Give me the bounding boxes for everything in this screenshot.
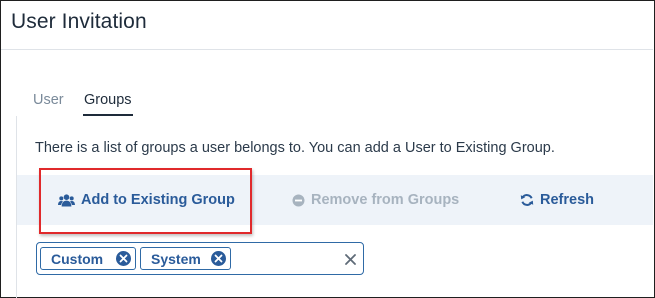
annotation-highlight-box — [39, 168, 252, 234]
refresh-icon — [520, 193, 534, 207]
groups-description: There is a list of groups a user belongs… — [35, 140, 555, 156]
group-tag-system: System — [140, 247, 231, 270]
group-tag-custom: Custom — [40, 247, 136, 270]
remove-from-groups-label: Remove from Groups — [311, 192, 460, 208]
groups-tag-input[interactable]: Custom System — [36, 242, 364, 275]
remove-tag-icon[interactable] — [211, 251, 226, 266]
refresh-button[interactable]: Refresh — [520, 175, 594, 225]
clear-all-icon[interactable] — [343, 251, 357, 267]
remove-from-groups-button[interactable]: Remove from Groups — [292, 175, 459, 225]
group-tag-label: Custom — [51, 250, 104, 267]
tab-user[interactable]: User — [33, 92, 64, 108]
minus-circle-icon — [292, 194, 305, 207]
refresh-label: Refresh — [540, 192, 594, 208]
remove-tag-icon[interactable] — [116, 251, 131, 266]
dialog-header: User Invitation — [1, 1, 653, 50]
tab-groups[interactable]: Groups — [83, 92, 133, 116]
group-tag-label: System — [151, 250, 201, 267]
page-title: User Invitation — [11, 10, 147, 33]
